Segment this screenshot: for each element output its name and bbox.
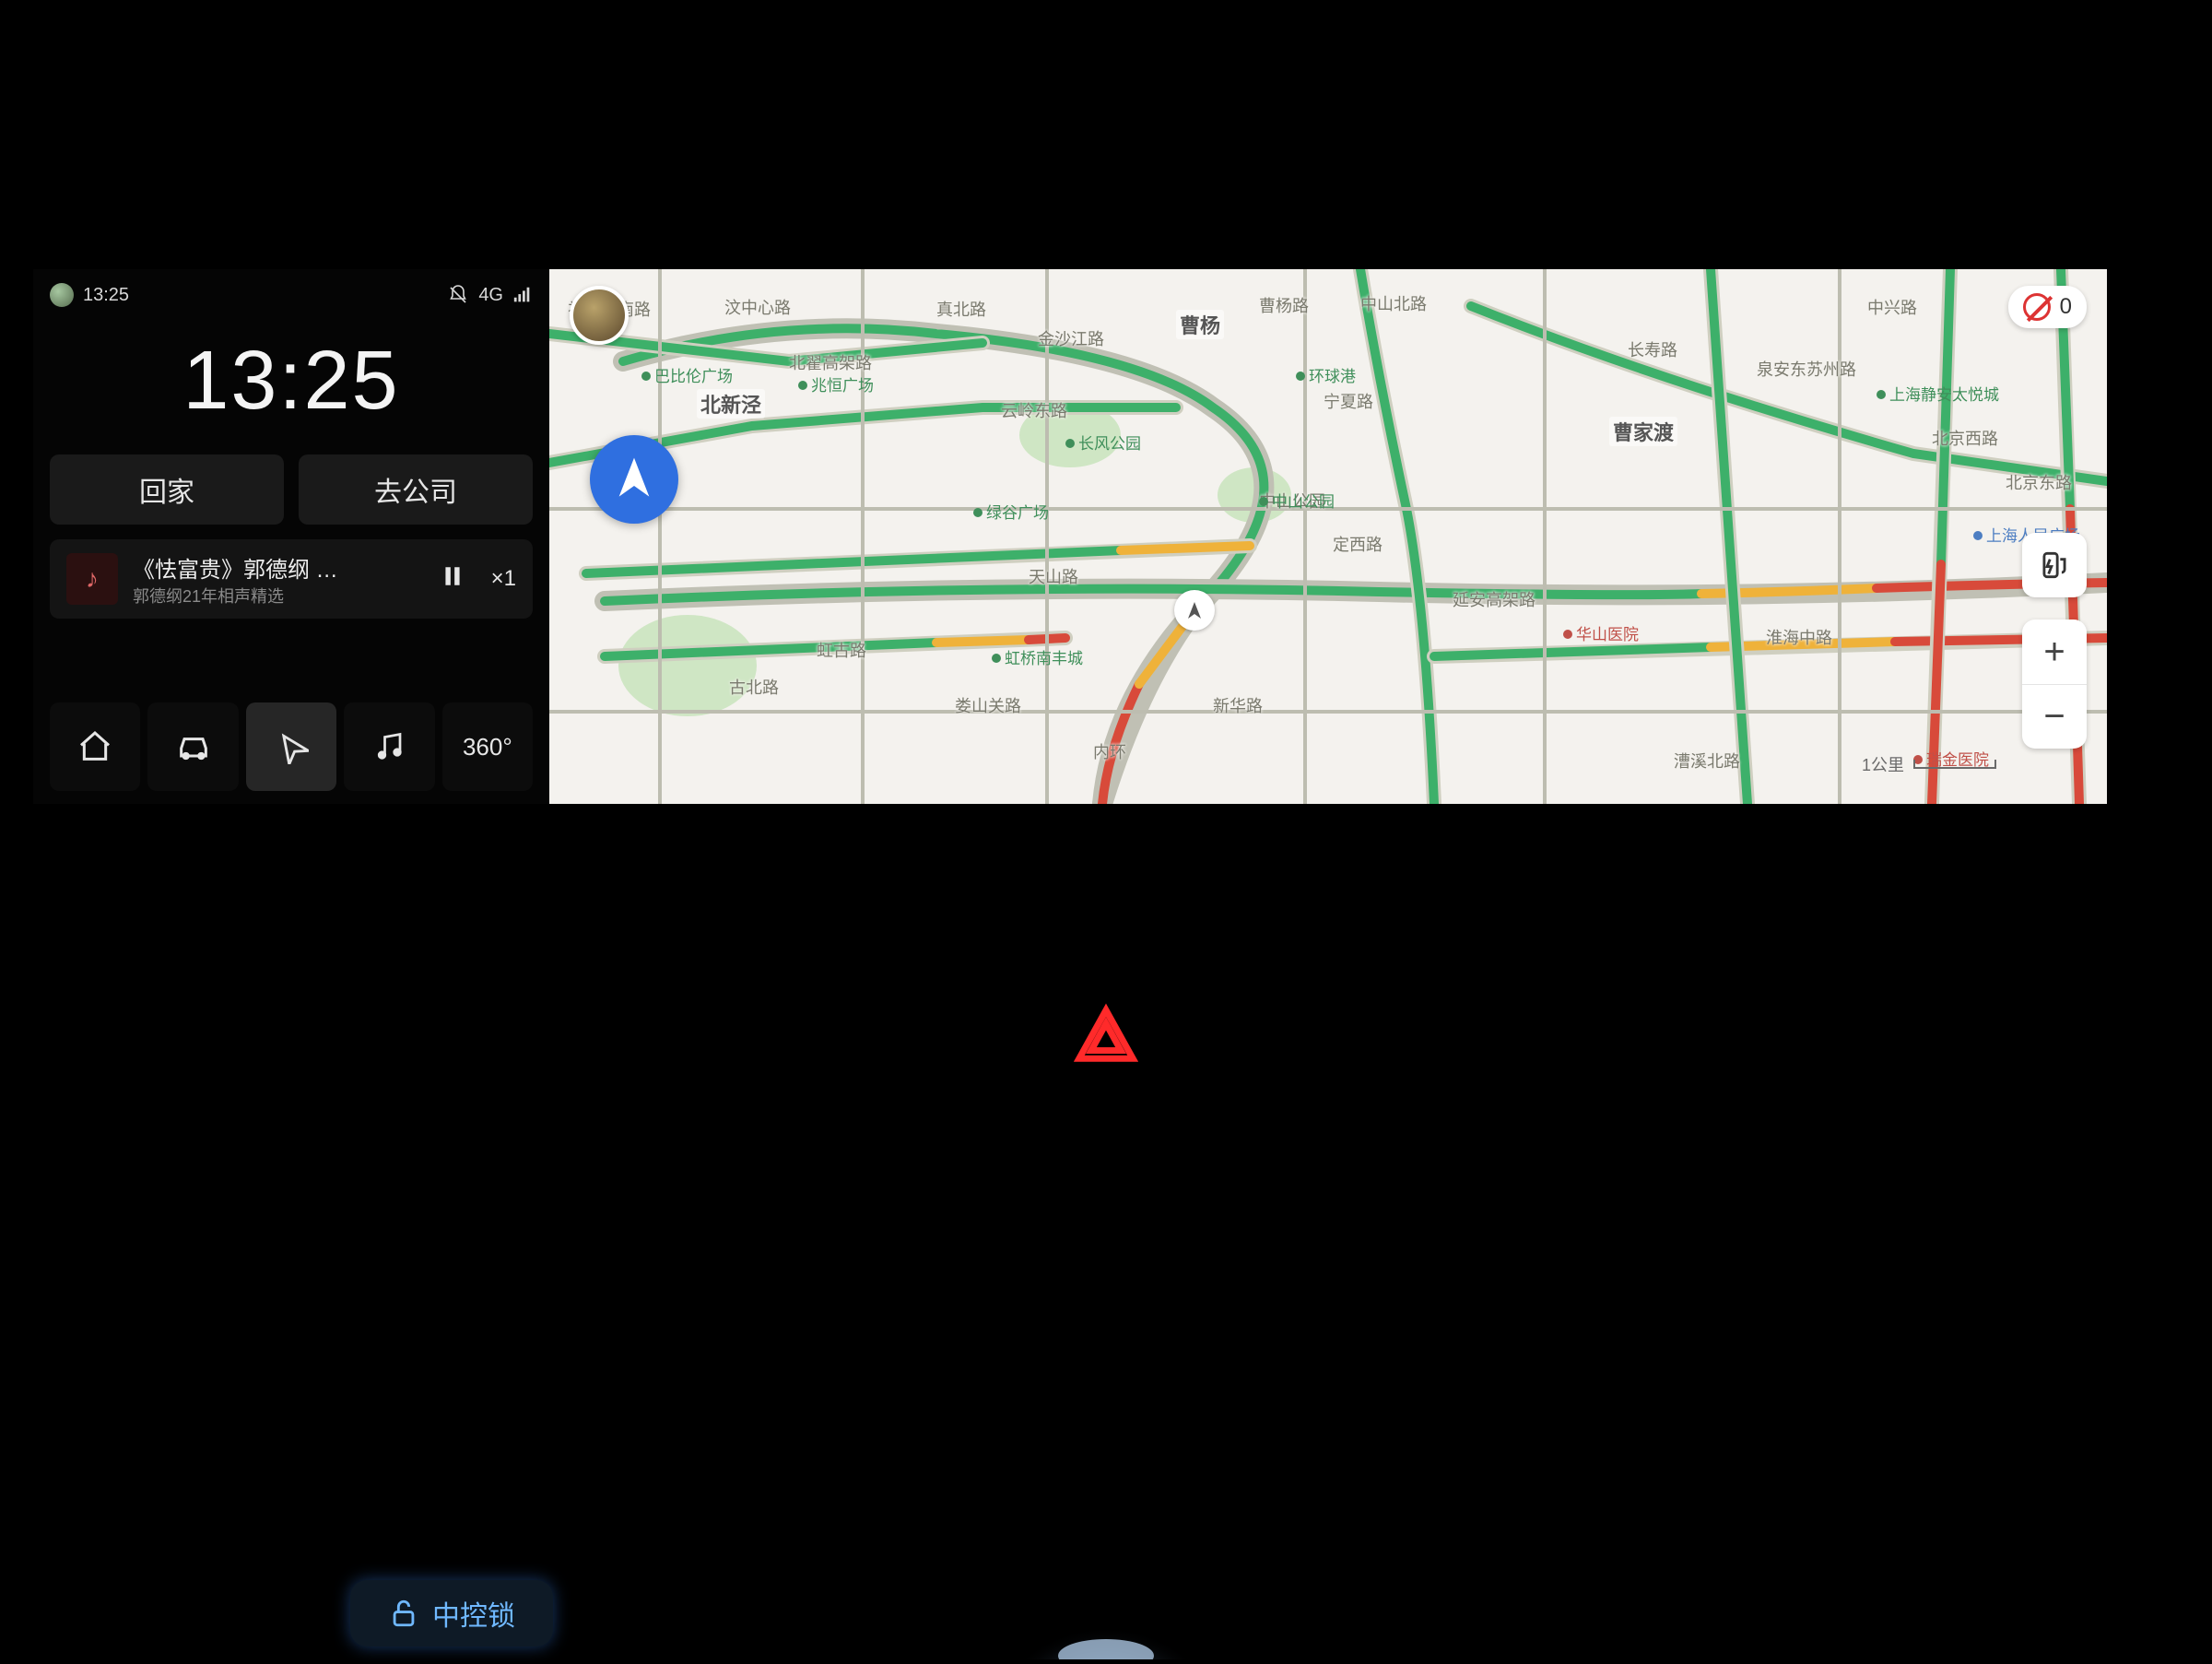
bell-off-icon [447, 284, 469, 306]
status-signal-label: 4G [478, 285, 503, 306]
map[interactable]: 北新泾曹杨曹家渡 祁连山南路汶中心路北翟高架路真北路金沙江路曹杨路中山北路长寿路… [549, 269, 2107, 804]
media-titles: 《怯富贵》郭德纲 … 郭德纲21年相声精选 [133, 551, 414, 608]
north-arrow-icon [608, 454, 660, 505]
dock-360-button[interactable]: 360° [442, 702, 533, 791]
dock-music-button[interactable] [344, 702, 434, 791]
hazard-triangle-icon [1074, 1002, 1138, 1067]
media-subtitle: 郭德纲21年相声精选 [133, 584, 414, 608]
speed-limit-icon [2023, 293, 2051, 321]
car-icon [173, 728, 214, 765]
vehicle-marker [1174, 590, 1215, 631]
go-work-button[interactable]: 去公司 [299, 454, 533, 525]
left-column: 13:25 4G 13:25 回家 去公司 [33, 269, 549, 804]
status-time: 13:25 [83, 285, 129, 306]
hazard-lights-button[interactable] [1067, 996, 1145, 1073]
status-bar: 13:25 4G [50, 277, 533, 313]
scale-label: 1公里 [1862, 752, 1904, 776]
speed-value: 0 [2060, 294, 2072, 320]
charge-stations-button[interactable] [2022, 533, 2087, 597]
big-clock: 13:25 [50, 334, 533, 429]
vehicle-icon [1183, 599, 1206, 621]
knob-glow-icon [1016, 1562, 1196, 1659]
central-lock-label: 中控锁 [432, 1593, 515, 1634]
zoom-control: + − [2022, 620, 2087, 749]
speed-pill[interactable]: 0 [2008, 286, 2087, 328]
media-title: 《怯富贵》郭德纲 … [133, 551, 414, 584]
dock-360-label: 360° [463, 733, 512, 761]
unlock-icon [388, 1598, 419, 1629]
map-scale: 1公里 [1862, 752, 1996, 776]
compass-button[interactable] [590, 435, 678, 524]
dock-nav-button[interactable] [246, 702, 336, 791]
scale-line-icon [1913, 760, 1996, 769]
media-artwork: ♪ [66, 553, 118, 605]
media-card[interactable]: ♪ 《怯富贵》郭德纲 … 郭德纲21年相声精选 ×1 [50, 539, 533, 619]
zoom-in-button[interactable]: + [2022, 620, 2087, 684]
music-icon [372, 729, 406, 764]
map-user-avatar[interactable] [570, 286, 629, 345]
go-work-label: 去公司 [374, 469, 457, 510]
play-pause-button[interactable] [429, 562, 477, 596]
infotainment-panel: 13:25 4G 13:25 回家 去公司 [33, 269, 2107, 804]
statusbar-avatar[interactable] [50, 283, 74, 307]
go-home-label: 回家 [139, 469, 194, 510]
central-lock-button[interactable]: 中控锁 [350, 1580, 553, 1646]
dock: 360° [50, 702, 533, 791]
zoom-out-button[interactable]: − [2022, 684, 2087, 749]
map-roads [549, 269, 2107, 804]
dock-car-button[interactable] [147, 702, 238, 791]
console-knob[interactable] [1016, 1562, 1196, 1659]
go-home-button[interactable]: 回家 [50, 454, 284, 525]
media-speed-button[interactable]: ×1 [491, 566, 516, 592]
destination-row: 回家 去公司 [50, 454, 533, 525]
pause-icon [441, 562, 465, 590]
charge-icon [2037, 548, 2072, 583]
nav-arrow-icon [274, 729, 309, 764]
home-icon [76, 728, 113, 765]
signal-icon [512, 285, 533, 305]
dock-home-button[interactable] [50, 702, 140, 791]
